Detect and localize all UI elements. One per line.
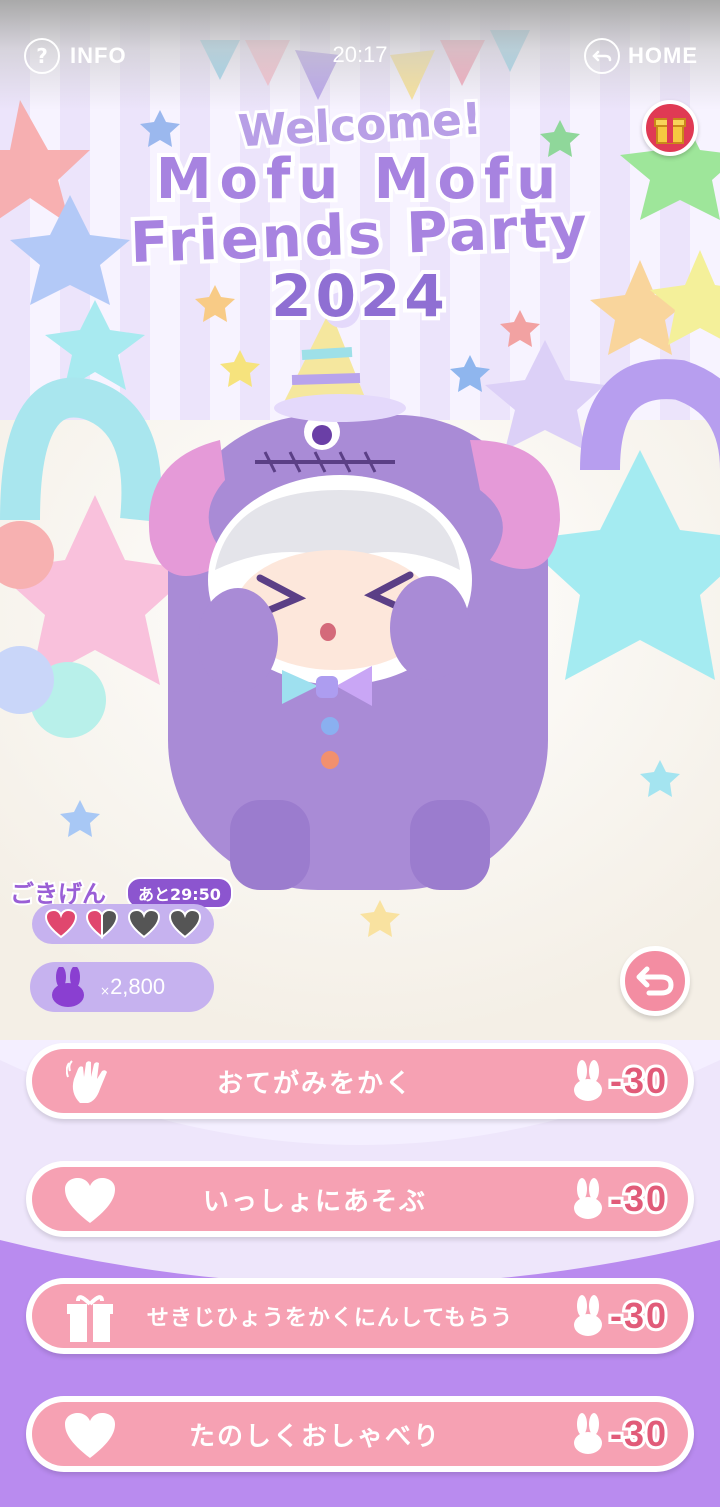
currency-prefix: × [100,984,111,998]
action-cost-value: -30 [607,1057,669,1104]
action-cost: -30 [572,1175,669,1223]
heart-half-icon [86,909,119,939]
action-check-seats-button[interactable]: せきじひょうをかくにんしてもらう -30 [26,1278,694,1354]
return-button[interactable] [620,946,690,1016]
home-label: HOME [628,43,698,68]
action-label: おてがみをかく [216,1068,413,1099]
action-label: せきじひょうをかくにんしてもらう [146,1306,514,1331]
action-cost: -30 [572,1292,669,1340]
waving-hand-icon [62,1059,118,1107]
heart-empty-icon [169,909,202,939]
heart-icon [62,1412,118,1460]
heart-icon [62,1177,118,1225]
action-cost-value: -30 [607,1410,669,1457]
back-arrow-icon [584,38,620,74]
home-button[interactable]: HOME [584,38,698,74]
action-chat-button[interactable]: たのしくおしゃべり -30 [26,1396,694,1472]
action-play-together-button[interactable]: いっしょにあそぶ -30 [26,1161,694,1237]
heart-full-icon [44,909,77,939]
gift-button[interactable] [642,100,698,156]
action-write-letter-button[interactable]: おてがみをかく -30 [26,1043,694,1119]
action-label: いっしょにあそぶ [202,1186,427,1217]
gift-icon [654,113,686,144]
return-arrow-icon [636,966,674,996]
present-icon [62,1294,118,1342]
title-line-party: Friends Party [125,191,594,280]
bunny-icon [573,1413,602,1454]
currency-value: 2,800 [110,974,166,999]
bunny-icon [573,1295,602,1336]
action-cost: -30 [572,1410,669,1458]
bunny-icon [573,1060,602,1101]
bunny-icon [573,1178,602,1219]
action-cost: -30 [572,1057,669,1105]
currency-counter: × 2,800 [30,962,214,1012]
heart-empty-icon [127,909,160,939]
action-cost-value: -30 [607,1175,669,1222]
action-label: たのしくおしゃべり [188,1421,441,1452]
event-title: Welcome! Mofu Mofu Friends Party 2024 [95,91,625,332]
bunny-icon [52,967,84,1007]
action-cost-value: -30 [607,1292,669,1339]
mood-hearts [32,904,214,944]
